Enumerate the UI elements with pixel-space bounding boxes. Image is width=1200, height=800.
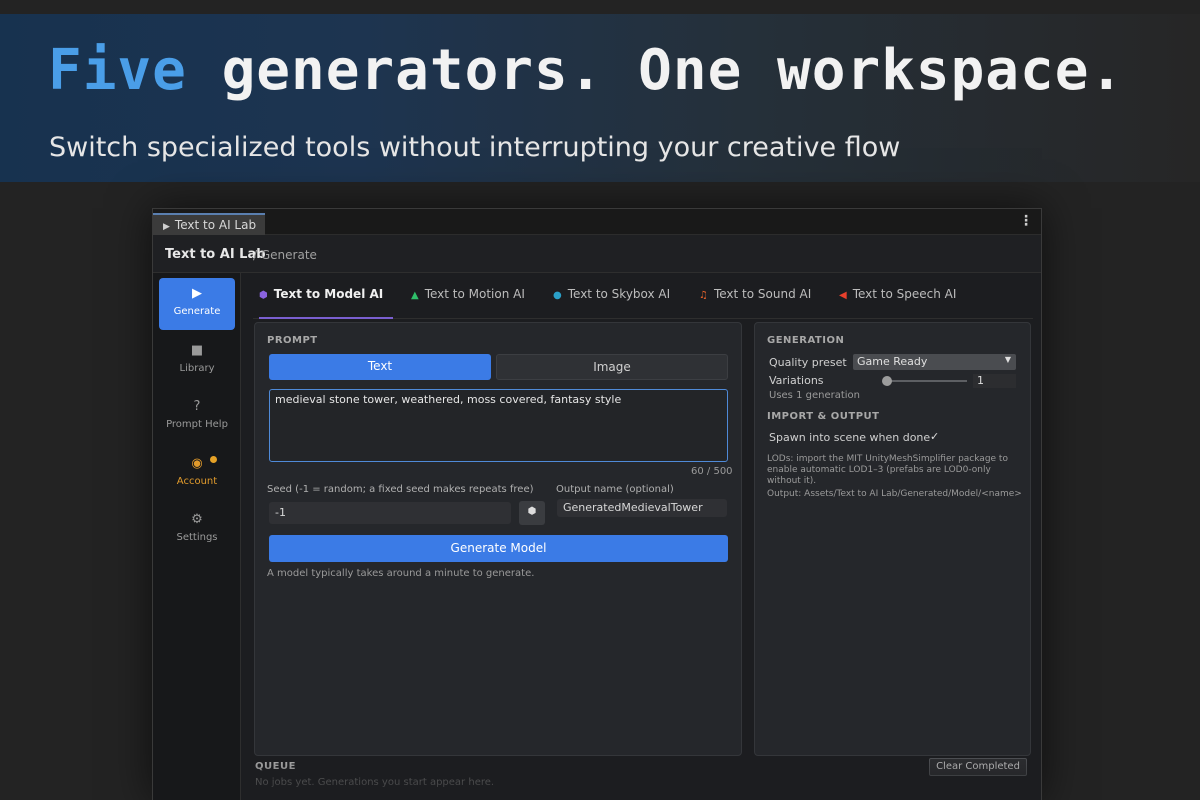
help-icon: ? [193,399,201,414]
lods-note-line-2: enable automatic LOD1–3 (prefabs are LOD… [767,465,991,475]
play-icon: ▶ [163,222,170,232]
mode-text-button[interactable]: Text [269,354,491,380]
variations-input[interactable]: 1 [973,374,1016,388]
variations-slider[interactable] [883,380,967,382]
hero-title-accent: Five [48,38,187,103]
gear-icon: ⚙ [191,512,203,527]
variations-slider-handle[interactable] [882,376,892,386]
tab-text-to-motion[interactable]: ▲ Text to Motion AI [411,287,525,319]
spawn-checkbox[interactable]: ✓ [930,430,939,443]
generate-hint: A model typically takes around a minute … [267,568,535,579]
prompt-section-label: PROMPT [267,335,318,346]
music-note-icon: ♫ [699,290,708,301]
motion-icon: ▲ [411,290,419,301]
hero-title: Five generators. One workspace. [48,38,1124,103]
quality-preset-select[interactable]: Game Ready ▼ [853,354,1016,370]
tab-label: Text to Speech AI [852,287,957,301]
sidebar: ▶ Generate ■ Library ? Prompt Help ◉ Acc… [153,273,241,800]
play-icon: ▶ [192,286,202,301]
seed-label: Seed (-1 = random; a fixed seed makes re… [267,484,534,495]
import-output-label: IMPORT & OUTPUT [767,411,880,422]
sidebar-item-account[interactable]: ◉ Account [159,448,235,500]
generation-panel: GENERATION Quality preset Game Ready ▼ V… [754,322,1031,756]
tab-text-to-speech[interactable]: ◀ Text to Speech AI [839,287,956,319]
lods-note-line-3: without it). [767,476,817,486]
clear-completed-button[interactable]: Clear Completed [929,758,1027,776]
prompt-input[interactable]: medieval stone tower, weathered, moss co… [269,389,728,462]
app-name: Text to AI Lab [165,247,266,262]
sidebar-item-label: Settings [176,532,218,543]
quality-preset-label: Quality preset [769,356,847,369]
hero-subtitle: Switch specialized tools without interru… [49,132,901,163]
eye-icon: ◉ [191,456,203,471]
tab-text-to-skybox[interactable]: ● Text to Skybox AI [553,287,670,319]
mode-image-button[interactable]: Image [496,354,728,380]
hero-banner: Five generators. One workspace. Switch s… [0,14,1200,182]
sidebar-item-library[interactable]: ■ Library [159,335,235,387]
chevron-down-icon: ▼ [1004,355,1011,364]
globe-icon: ● [553,290,562,301]
breadcrumb: / Generate [253,248,317,262]
app-header: Text to AI Lab / Generate [153,235,1041,273]
speaker-icon: ◀ [839,290,847,301]
sidebar-item-label: Prompt Help [166,419,228,430]
tab-label: Text to Sound AI [713,287,812,301]
variations-label: Variations [769,374,824,387]
output-name-label: Output name (optional) [556,484,674,495]
sidebar-item-label: Generate [173,306,221,317]
queue-label: QUEUE [255,761,296,772]
editor-window: ▶ Text to AI Lab ⋮ Text to AI Lab / Gener… [152,208,1042,800]
sidebar-item-prompt-help[interactable]: ? Prompt Help [159,391,235,443]
generate-model-button[interactable]: Generate Model [269,535,728,562]
char-count: 60 / 500 [691,466,733,477]
lods-note-line-1: LODs: import the MIT UnityMeshSimplifier… [767,454,1008,464]
tab-label: Text to Skybox AI [567,287,671,301]
window-tab-label: Text to AI Lab [174,218,257,232]
tab-label: Text to Model AI [273,287,384,301]
generator-tabs: ⬢ Text to Model AI ▲ Text to Motion AI ● Te… [253,273,1033,319]
seed-input[interactable]: -1 [269,502,511,524]
notification-dot [210,456,217,463]
spawn-label: Spawn into scene when done [769,431,931,444]
queue-empty-text: No jobs yet. Generations you start appea… [255,777,495,788]
sidebar-item-generate[interactable]: ▶ Generate [159,278,235,330]
output-name-input[interactable]: GeneratedMedievalTower [557,499,727,517]
sidebar-item-settings[interactable]: ⚙ Settings [159,504,235,556]
window-tab-bar: ▶ Text to AI Lab ⋮ [153,209,1041,235]
tab-label: Text to Motion AI [424,287,525,301]
generation-section-label: GENERATION [767,335,845,346]
output-path: Output: Assets/Text to AI Lab/Generated/… [767,489,1022,499]
window-tab[interactable]: ▶ Text to AI Lab [153,213,265,235]
kebab-menu-icon[interactable]: ⋮ [1019,213,1033,229]
folder-icon: ■ [190,343,204,358]
sidebar-item-label: Library [179,363,215,374]
prompt-panel: PROMPT Text Image medieval stone tower, … [254,322,742,756]
dice-icon[interactable]: ⬢ [519,501,545,525]
cube-icon: ⬢ [259,290,268,301]
quality-preset-value: Game Ready [857,355,928,368]
tab-text-to-sound[interactable]: ♫ Text to Sound AI [699,287,811,319]
hero-title-rest: generators. One workspace. [186,38,1125,103]
sidebar-item-label: Account [176,476,218,487]
uses-generation-text: Uses 1 generation [769,390,860,401]
tab-text-to-model[interactable]: ⬢ Text to Model AI [259,287,393,319]
